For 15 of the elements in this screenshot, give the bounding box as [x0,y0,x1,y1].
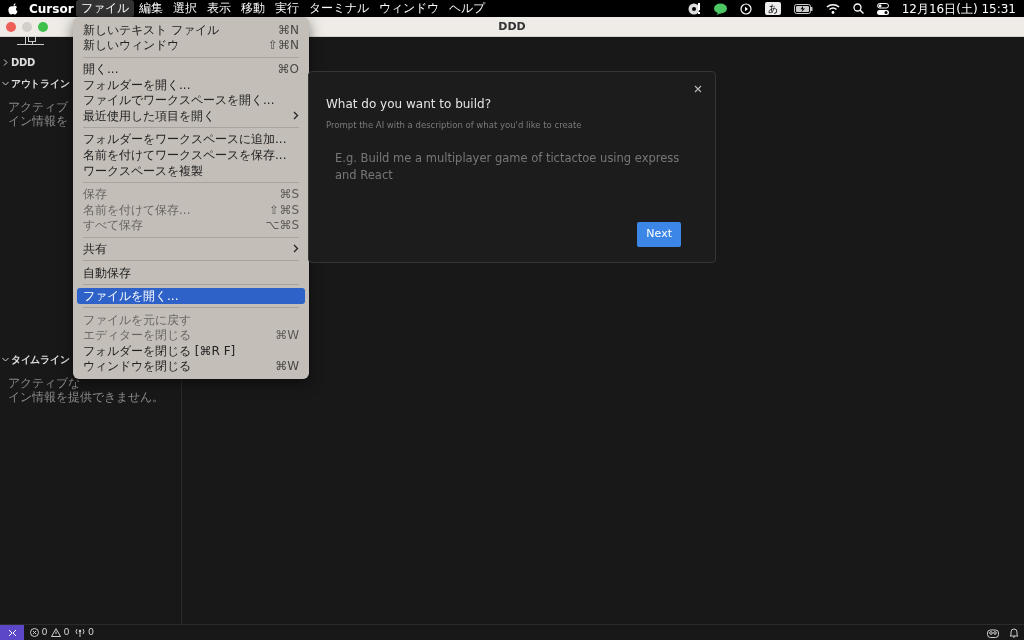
sidebar-message: アクティブ [8,100,68,114]
shortcut-label: ⌘S [279,186,299,204]
sidebar-message: アクティブな [8,375,80,390]
shortcut-label: ⌘W [275,358,299,376]
shortcut-label: ⌘N [278,21,299,39]
window-title: DDD [498,19,526,35]
shortcut-label: ⌥⌘S [265,217,299,235]
sidebar-message: イン情報を [8,114,68,128]
shortcut-label: ⇧⌘S [269,201,299,219]
sidebar-message: イン情報を提供できません。 [8,389,164,404]
shortcut-label: ⌘O [277,61,299,78]
dialog-subtitle: Prompt the AI with a description of what you'd like to create [326,119,583,132]
shortcut-label: ⌘W [275,327,299,345]
shortcut-label: ⇧⌘N [267,37,299,55]
dialog-title: What do you want to build? [326,96,492,113]
